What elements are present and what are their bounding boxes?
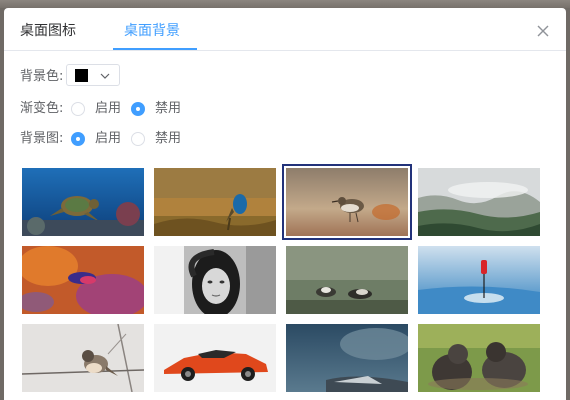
window-backdrop xyxy=(0,0,570,8)
tab-desktop-icons[interactable]: 桌面图标 xyxy=(20,8,76,50)
active-tab-indicator xyxy=(113,48,197,50)
bg-color-picker[interactable] xyxy=(66,64,120,86)
bg-image-enable-radio[interactable] xyxy=(71,132,85,146)
bg-image-disable-radio[interactable] xyxy=(131,132,145,146)
desktop-settings-dialog: 桌面图标 桌面背景 背景色: 渐变色: 启用 禁用 背景图: 启用 禁用 xyxy=(4,8,566,400)
bg-color-row: 背景色: xyxy=(20,64,220,89)
wallpaper-thumb-stormy-clouds[interactable] xyxy=(286,324,408,392)
chevron-down-icon xyxy=(100,73,110,79)
bg-image-row: 背景图: 启用 禁用 xyxy=(20,127,220,151)
close-icon[interactable] xyxy=(534,22,552,40)
bg-image-label: 背景图: xyxy=(20,131,64,146)
bg-image-disable-label[interactable]: 禁用 xyxy=(155,127,181,151)
bg-color-label: 背景色: xyxy=(20,69,64,84)
bg-image-enable-label[interactable]: 启用 xyxy=(95,127,121,151)
tab-bar: 桌面图标 桌面背景 xyxy=(4,8,566,51)
wallpaper-thumb-sandpiper-selected[interactable] xyxy=(282,164,412,240)
wallpaper-thumb-birds-rocks[interactable] xyxy=(286,246,408,314)
gradient-disable-label[interactable]: 禁用 xyxy=(155,97,181,121)
wallpaper-thumb-sports-car[interactable] xyxy=(154,324,276,392)
wallpaper-thumb-bird-grass[interactable] xyxy=(154,168,276,236)
wallpaper-thumb-portrait[interactable] xyxy=(154,246,276,314)
gradient-label: 渐变色: xyxy=(20,101,64,116)
wallpaper-thumb-shrike[interactable] xyxy=(22,324,144,392)
wallpaper-thumb-abstract[interactable] xyxy=(22,246,144,314)
wallpaper-thumb-sea-lions[interactable] xyxy=(418,324,540,392)
gradient-row: 渐变色: 启用 禁用 xyxy=(20,97,220,121)
gradient-enable-label[interactable]: 启用 xyxy=(95,97,121,121)
tab-desktop-background[interactable]: 桌面背景 xyxy=(124,8,180,50)
gradient-enable-radio[interactable] xyxy=(71,102,85,116)
wallpaper-thumb-misty-forest[interactable] xyxy=(418,168,540,236)
wallpaper-thumb-ice-marker[interactable] xyxy=(418,246,540,314)
color-swatch xyxy=(75,69,88,82)
wallpaper-thumb-sea-turtle[interactable] xyxy=(22,168,144,236)
gradient-disable-radio[interactable] xyxy=(131,102,145,116)
